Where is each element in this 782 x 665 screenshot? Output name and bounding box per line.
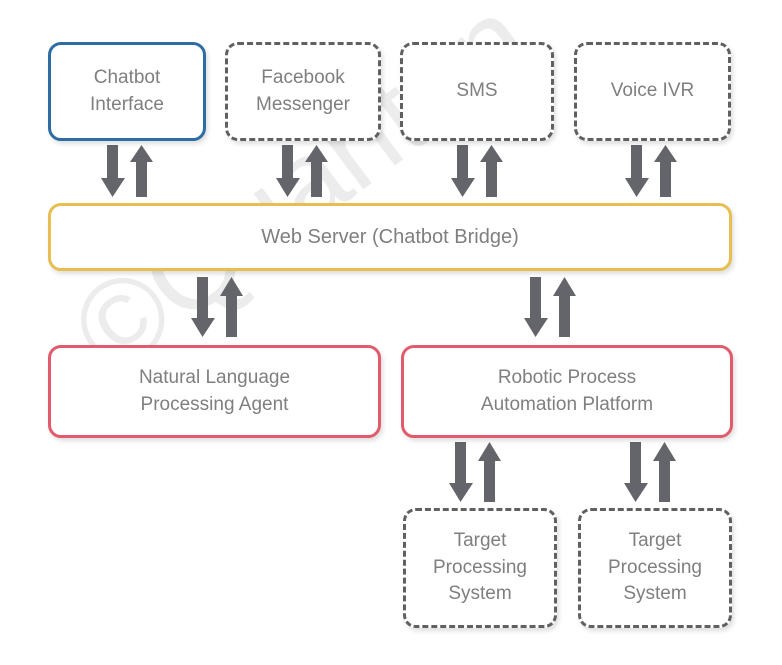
node-label: Robotic Process Automation Platform bbox=[480, 366, 654, 415]
connector-chatbot-interface-web-server bbox=[100, 145, 160, 201]
node-target-processing-system-2[interactable]: Target Processing System bbox=[578, 508, 732, 628]
connector-rpa-platform-target-2 bbox=[623, 442, 683, 506]
node-label: Facebook Messenger bbox=[256, 66, 350, 115]
node-sms[interactable]: SMS bbox=[400, 42, 554, 141]
connector-rpa-platform-target-1 bbox=[448, 442, 508, 506]
node-label: Web Server (Chatbot Bridge) bbox=[261, 225, 519, 248]
node-label: Target Processing System bbox=[433, 529, 527, 605]
connector-voice-ivr-web-server bbox=[624, 145, 684, 201]
node-target-processing-system-1[interactable]: Target Processing System bbox=[403, 508, 557, 628]
node-label: Target Processing System bbox=[608, 529, 702, 605]
node-label: Chatbot Interface bbox=[90, 66, 164, 115]
node-web-server[interactable]: Web Server (Chatbot Bridge) bbox=[48, 203, 732, 271]
connector-web-server-nlp-agent bbox=[190, 277, 250, 341]
node-nlp-agent[interactable]: Natural Language Processing Agent bbox=[48, 345, 381, 438]
node-chatbot-interface[interactable]: Chatbot Interface bbox=[48, 42, 206, 141]
watermark: ©Quanton bbox=[49, 0, 715, 515]
node-rpa-platform[interactable]: Robotic Process Automation Platform bbox=[401, 345, 733, 438]
node-facebook-messenger[interactable]: Facebook Messenger bbox=[225, 42, 381, 141]
connector-facebook-messenger-web-server bbox=[275, 145, 335, 201]
connector-sms-web-server bbox=[450, 145, 510, 201]
node-voice-ivr[interactable]: Voice IVR bbox=[574, 42, 731, 141]
architecture-diagram: ©Quanton Chatbot Interface Facebook Messen… bbox=[0, 0, 782, 665]
connector-web-server-rpa-platform bbox=[523, 277, 583, 341]
node-label: Voice IVR bbox=[610, 80, 695, 102]
node-label: Natural Language Processing Agent bbox=[138, 366, 291, 415]
node-label: SMS bbox=[456, 80, 498, 102]
